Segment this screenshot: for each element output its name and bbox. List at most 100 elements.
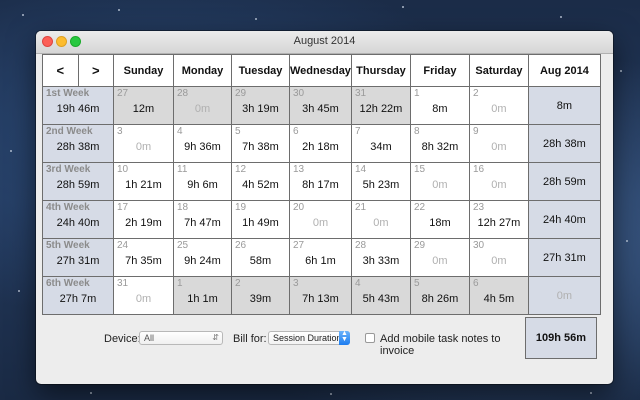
day-cell[interactable]: 17 2h 19m	[113, 200, 174, 239]
day-duration: 9h 6m	[187, 179, 218, 191]
day-cell[interactable]: 30 0m	[468, 238, 529, 277]
day-cell[interactable]: 1 8m	[409, 86, 470, 125]
day-cell[interactable]: 15 0m	[409, 162, 470, 201]
grand-total-value: 109h 56m	[535, 332, 587, 344]
day-number: 15	[413, 164, 426, 175]
day-cell[interactable]: 5 7h 38m	[231, 124, 290, 163]
day-duration: 0m	[135, 293, 152, 305]
week-summary-cell[interactable]: 4th Week 24h 40m	[42, 200, 114, 239]
day-cell[interactable]: 25 9h 24m	[173, 238, 232, 277]
day-cell[interactable]: 2 0m	[468, 86, 529, 125]
day-number: 21	[354, 202, 367, 213]
day-cell[interactable]: 31 0m	[113, 276, 174, 315]
day-cell[interactable]: 6 4h 5m	[468, 276, 529, 315]
day-cell[interactable]: 27 12m	[113, 86, 174, 125]
calendar-window: August 2014 < > Sunday Monday Tuesday We…	[36, 31, 613, 384]
day-number: 22	[413, 202, 426, 213]
day-cell[interactable]: 23 12h 27m	[468, 200, 529, 239]
day-cell[interactable]: 2 39m	[231, 276, 290, 315]
day-cell[interactable]: 5 8h 26m	[409, 276, 470, 315]
day-cell[interactable]: 7 34m	[350, 124, 411, 163]
day-number: 24	[117, 240, 129, 251]
day-cell[interactable]: 31 12h 22m	[350, 86, 411, 125]
device-select[interactable]: All ⇵	[139, 331, 223, 345]
day-duration: 34m	[370, 141, 392, 153]
day-cell[interactable]: 29 0m	[409, 238, 470, 277]
day-number: 4	[354, 278, 361, 289]
previous-month-button[interactable]: <	[43, 55, 79, 86]
day-number: 28	[177, 88, 189, 99]
day-cell[interactable]: 18 7h 47m	[173, 200, 232, 239]
day-cell[interactable]: 12 4h 52m	[231, 162, 290, 201]
week-summary-cell[interactable]: 5th Week 27h 31m	[42, 238, 114, 277]
header-sunday: Sunday	[113, 54, 174, 87]
day-cell[interactable]: 20 0m	[289, 200, 352, 239]
day-duration: 8h 17m	[302, 179, 339, 191]
day-duration: 58m	[249, 255, 272, 267]
day-cell[interactable]: 24 7h 35m	[113, 238, 174, 277]
day-number: 27	[293, 240, 305, 251]
day-cell[interactable]: 1 1h 1m	[173, 276, 232, 315]
day-duration: 8m	[432, 103, 448, 115]
bill-for-select[interactable]: Session Duration ▲ ▼	[268, 330, 350, 345]
day-duration: 0m	[491, 141, 507, 153]
week-total: 28h 59m	[56, 179, 100, 191]
weekday-header-row: < > Sunday Monday Tuesday Wednesday Thur…	[42, 54, 601, 87]
day-cell[interactable]: 3 7h 13m	[289, 276, 352, 315]
day-cell[interactable]: 16 0m	[468, 162, 529, 201]
day-number: 30	[472, 240, 485, 251]
day-duration: 0m	[373, 217, 389, 229]
day-number: 6	[293, 126, 299, 137]
day-cell[interactable]: 22 18m	[409, 200, 470, 239]
week-total: 27h 7m	[59, 293, 97, 305]
mobile-notes-checkbox[interactable]	[365, 333, 375, 343]
day-cell[interactable]: 29 3h 19m	[231, 86, 290, 125]
week-summary-cell[interactable]: 2nd Week 28h 38m	[42, 124, 114, 163]
day-cell[interactable]: 11 9h 6m	[173, 162, 232, 201]
header-tuesday: Tuesday	[231, 54, 290, 87]
day-cell[interactable]: 4 9h 36m	[173, 124, 232, 163]
day-cell[interactable]: 30 3h 45m	[289, 86, 352, 125]
device-label: Device:	[104, 333, 141, 345]
day-cell[interactable]: 8 8h 32m	[409, 124, 470, 163]
day-duration: 12h 27m	[477, 217, 521, 229]
week-total: 19h 46m	[56, 103, 100, 115]
day-cell[interactable]: 10 1h 21m	[113, 162, 174, 201]
day-cell[interactable]: 27 6h 1m	[289, 238, 352, 277]
next-month-button[interactable]: >	[79, 55, 114, 86]
title-bar[interactable]: August 2014	[36, 31, 613, 54]
day-cell[interactable]: 21 0m	[350, 200, 411, 239]
day-number: 12	[235, 164, 247, 175]
header-thursday: Thursday	[350, 54, 411, 87]
week-row: 5th Week 27h 31m 24 7h 35m 25 9h 24m 26 58m 27 6h…	[42, 238, 601, 277]
bill-for-select-value: Session Duration	[273, 333, 342, 343]
calendar-body: 1st Week 19h 46m 27 12m 28 0m 29 3h 19m 30 3h 45m…	[42, 86, 601, 315]
month-week-total: 28h 59m	[543, 176, 586, 188]
day-cell[interactable]: 13 8h 17m	[289, 162, 352, 201]
week-summary-cell[interactable]: 6th Week 27h 7m	[42, 276, 114, 315]
day-cell[interactable]: 9 0m	[468, 124, 529, 163]
day-number: 8	[413, 126, 420, 137]
day-cell[interactable]: 19 1h 49m	[231, 200, 290, 239]
week-summary-cell[interactable]: 1st Week 19h 46m	[42, 86, 114, 125]
day-duration: 8h 32m	[421, 141, 459, 153]
day-duration: 4h 52m	[242, 179, 279, 191]
day-number: 29	[413, 240, 426, 251]
day-duration: 4h 5m	[483, 293, 515, 305]
day-number: 31	[117, 278, 129, 289]
day-number: 16	[472, 164, 485, 175]
day-number: 23	[472, 202, 485, 213]
day-duration: 2h 18m	[302, 141, 339, 153]
day-cell[interactable]: 4 5h 43m	[350, 276, 411, 315]
day-cell[interactable]: 3 0m	[113, 124, 174, 163]
day-number: 19	[235, 202, 247, 213]
day-duration: 9h 24m	[184, 255, 221, 267]
day-cell[interactable]: 6 2h 18m	[289, 124, 352, 163]
mobile-notes-label[interactable]: Add mobile task notes to invoice	[380, 333, 525, 357]
day-cell[interactable]: 28 3h 33m	[350, 238, 411, 277]
day-cell[interactable]: 14 5h 23m	[350, 162, 411, 201]
day-cell[interactable]: 26 58m	[231, 238, 290, 277]
week-summary-cell[interactable]: 3rd Week 28h 59m	[42, 162, 114, 201]
day-duration: 2h 19m	[125, 217, 162, 229]
day-cell[interactable]: 28 0m	[173, 86, 232, 125]
